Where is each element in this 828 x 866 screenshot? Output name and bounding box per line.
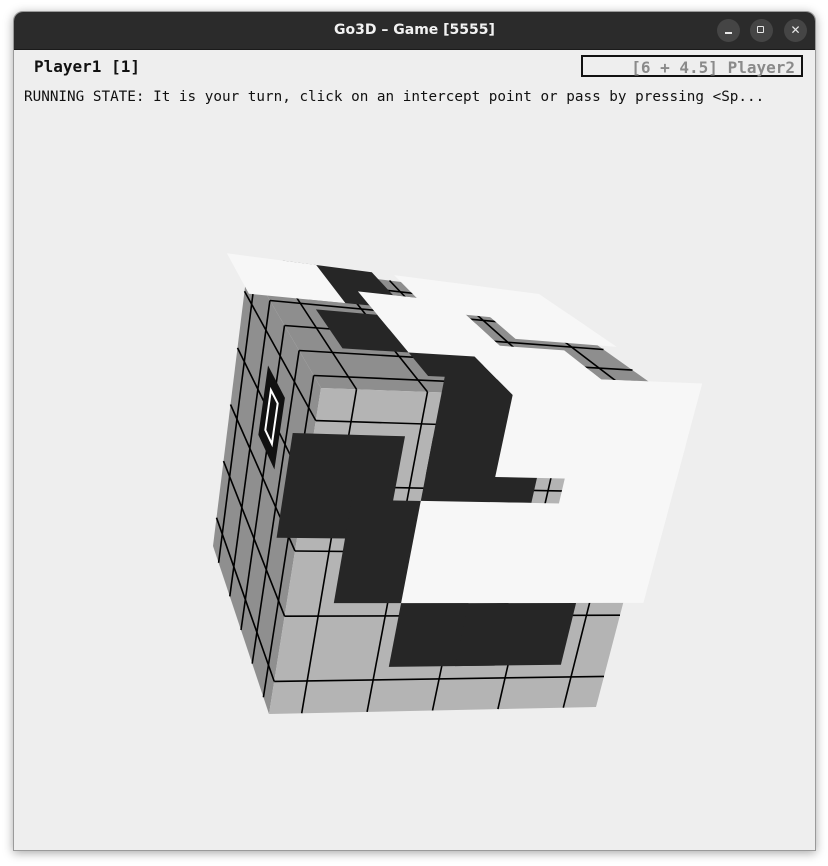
front-white-stone[interactable]: [535, 503, 670, 603]
go-board-3d[interactable]: [14, 12, 815, 850]
game-window: Go3D – Game [5555] ✕ Player1 [1] [6 + 4.…: [13, 11, 816, 851]
